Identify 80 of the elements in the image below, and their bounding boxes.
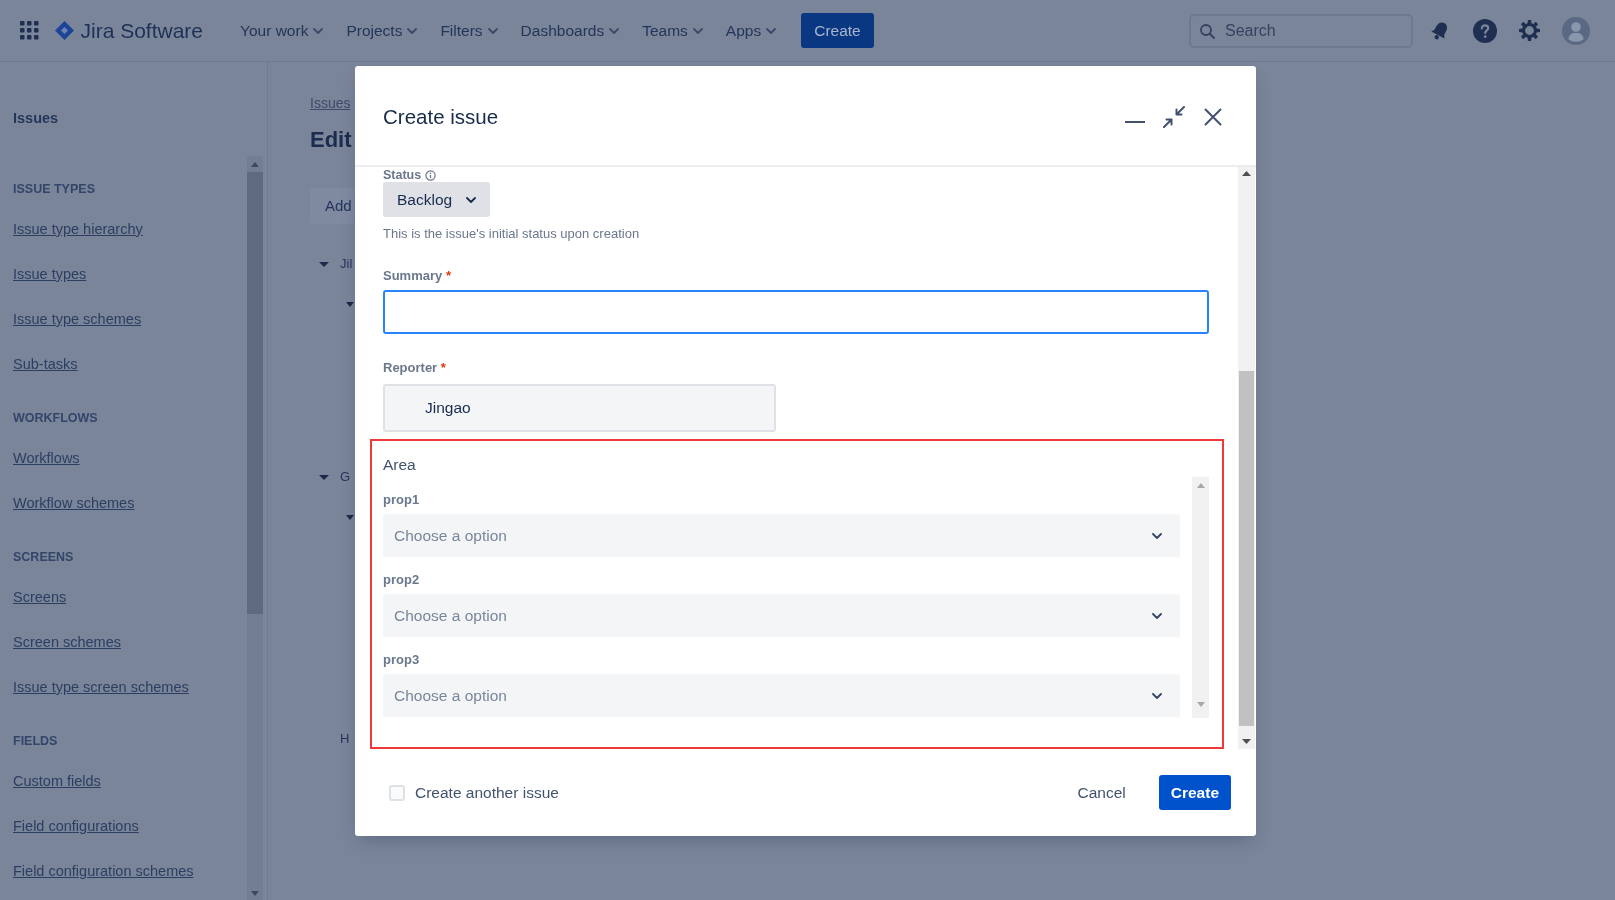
group-label: Area: [383, 456, 416, 473]
chevron-down-icon: [407, 27, 418, 34]
breadcrumb-link[interactable]: Issues: [310, 93, 351, 113]
create-button[interactable]: Create: [801, 13, 874, 48]
caret-down-icon[interactable]: [319, 474, 329, 480]
caret-down-icon[interactable]: [346, 514, 354, 520]
sidebar-link[interactable]: Custom fields: [13, 759, 101, 804]
section-heading: WORKFLOWS: [13, 409, 98, 427]
nav-menu-button[interactable]: Your work: [240, 14, 324, 47]
chevron-down-icon: [487, 27, 498, 34]
create-button[interactable]: Create: [1158, 775, 1231, 810]
sidebar-link[interactable]: Issue type screen schemes: [13, 665, 189, 710]
cancel-button[interactable]: Cancel: [1065, 775, 1138, 810]
tree-label: Jil: [340, 255, 353, 274]
chevron-down-icon: [313, 27, 324, 34]
search-field[interactable]: Search: [1189, 13, 1413, 48]
field-label: prop3: [383, 652, 420, 668]
chevron-down-icon: [1152, 692, 1162, 699]
sidebar-link[interactable]: Issue types: [13, 252, 87, 297]
sidebar-link[interactable]: Field configuration schemes: [13, 849, 194, 894]
section-heading: ISSUE TYPES: [13, 180, 95, 198]
close-icon[interactable]: [1204, 108, 1222, 126]
help-text: This is the issue's initial status upon creation: [383, 226, 640, 241]
chevron-down-icon: [466, 196, 477, 203]
sidebar-link[interactable]: Workflow schemes: [13, 481, 135, 526]
page-title: Edit: [310, 126, 352, 154]
help-icon[interactable]: [1473, 18, 1497, 43]
nav-menu-button[interactable]: Apps: [725, 14, 777, 47]
sidebar-link[interactable]: Field configurations: [13, 804, 139, 849]
sidebar-link[interactable]: Issue type schemes: [13, 297, 142, 342]
add-button[interactable]: Add: [310, 188, 354, 224]
app-name[interactable]: Jira Software: [80, 17, 204, 44]
reporter-field[interactable]: Jingao: [383, 384, 776, 432]
option-select[interactable]: Choose a option: [383, 674, 1180, 717]
sidebar-link[interactable]: Sub-tasks: [13, 342, 78, 387]
section-heading: SCREENS: [13, 548, 74, 566]
sidebar-link[interactable]: Screens: [13, 575, 67, 620]
field-label: prop1: [383, 492, 420, 508]
sidebar-link[interactable]: Issue type hierarchy: [13, 207, 143, 252]
search-icon: [1200, 23, 1215, 39]
nav-menu-button[interactable]: Dashboards: [520, 14, 620, 47]
chevron-down-icon: [609, 27, 620, 34]
chevron-down-icon: [766, 27, 777, 34]
tree-label: H: [340, 730, 350, 749]
section-heading: FIELDS: [13, 732, 58, 750]
sidebar-link[interactable]: Workflows: [13, 436, 80, 481]
caret-down-icon[interactable]: [346, 301, 354, 307]
field-label: Reporter *: [383, 360, 446, 376]
collapse-icon[interactable]: [1163, 106, 1185, 128]
scroll-down-arrow-icon[interactable]: [1242, 739, 1251, 744]
nav-menu-button[interactable]: Filters: [440, 14, 498, 47]
field-label: Summary *: [383, 268, 451, 284]
status-dropdown[interactable]: Backlog: [383, 182, 491, 217]
minimize-icon[interactable]: [1125, 120, 1145, 124]
caret-down-icon[interactable]: [319, 261, 329, 267]
settings-icon[interactable]: [1519, 20, 1540, 41]
field-label: prop2: [383, 572, 420, 588]
scrollbar[interactable]: [247, 156, 263, 900]
scrollbar[interactable]: [1238, 167, 1255, 749]
scroll-up-arrow-icon[interactable]: [1242, 171, 1251, 176]
nav-menu-button[interactable]: Projects: [346, 14, 418, 47]
info-icon[interactable]: [425, 169, 437, 181]
app-grid-icon[interactable]: [20, 21, 39, 40]
sidebar-title: Issues: [13, 109, 59, 128]
scrollbar-thumb[interactable]: [1239, 371, 1254, 726]
chevron-down-icon: [692, 27, 703, 34]
option-select[interactable]: Choose a option: [383, 514, 1180, 557]
sidebar-link[interactable]: Screen schemes: [13, 620, 121, 665]
nav-menu-button[interactable]: Teams: [642, 14, 703, 47]
chevron-down-icon: [1152, 612, 1162, 619]
checkbox-label: Create another issue: [415, 782, 559, 803]
checkbox[interactable]: [389, 784, 405, 801]
chevron-down-icon: [1152, 532, 1162, 539]
summary-input[interactable]: [383, 290, 1209, 334]
logo-icon[interactable]: [54, 21, 74, 40]
field-label: Status: [383, 168, 422, 182]
tree-label: G: [340, 468, 351, 487]
option-select[interactable]: Choose a option: [383, 594, 1180, 637]
scrollbar-thumb[interactable]: [247, 172, 263, 614]
dialog-title: Create issue: [383, 103, 499, 130]
